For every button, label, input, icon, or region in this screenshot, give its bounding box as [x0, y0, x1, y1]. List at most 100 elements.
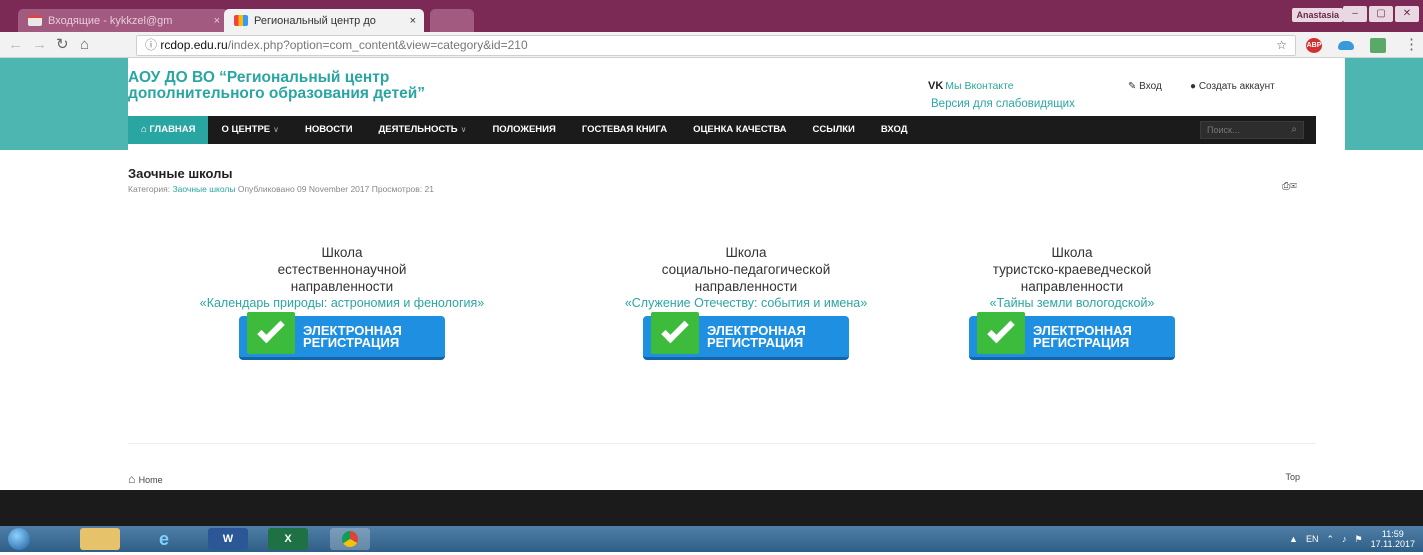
- register-label: РЕГИСТРАЦИЯ: [303, 335, 400, 350]
- new-tab-button[interactable]: [430, 9, 474, 32]
- nav-item-login[interactable]: ВХОД: [868, 116, 921, 144]
- close-window-button[interactable]: ✕: [1395, 6, 1419, 22]
- home-link-label: Home: [138, 475, 163, 485]
- clock-date: 17.11.2017: [1370, 539, 1415, 549]
- program-link[interactable]: «Тайны земли вологодской»: [872, 295, 1272, 312]
- school-heading: направленности: [290, 279, 394, 294]
- excel-icon[interactable]: X: [268, 528, 308, 550]
- vk-link[interactable]: VK Мы Вконтакте: [928, 80, 1014, 92]
- nav-item-quality[interactable]: ОЦЕНКА КАЧЕСТВА: [680, 116, 799, 144]
- nav-label: ВХОД: [880, 124, 908, 135]
- flag-icon[interactable]: ⚑: [1355, 534, 1363, 545]
- chevron-down-icon: ∨: [460, 125, 467, 134]
- register-button[interactable]: ЭЛЕКТРОННАЯ РЕГИСТРАЦИЯ: [643, 312, 849, 360]
- vk-icon: VK: [928, 80, 944, 92]
- nav-item-activity[interactable]: ДЕЯТЕЛЬНОСТЬ ∨: [366, 116, 480, 144]
- divider: [128, 443, 1316, 444]
- tab-rcdop[interactable]: Региональный центр до ×: [224, 9, 424, 32]
- page-title: Заочные школы: [128, 166, 233, 181]
- address-bar-row: ← → ↻ ⌂ ⓘ rcdop.edu.ru/index.php?option=…: [0, 32, 1423, 58]
- cloud-icon[interactable]: [1338, 41, 1354, 50]
- login-link[interactable]: ✎ Вход: [1128, 81, 1162, 92]
- user-icon: ●: [1190, 81, 1199, 92]
- nav-item-links[interactable]: ССЫЛКИ: [800, 116, 868, 144]
- forward-icon[interactable]: →: [32, 36, 47, 54]
- minimize-button[interactable]: –: [1343, 6, 1367, 22]
- word-icon[interactable]: W: [208, 528, 248, 550]
- lang-indicator[interactable]: EN: [1306, 534, 1319, 544]
- register-button[interactable]: ЭЛЕКТРОННАЯ РЕГИСТРАЦИЯ: [239, 312, 445, 360]
- article-meta: Категория: Заочные школы Опубликовано 09…: [128, 184, 434, 194]
- checkmark-icon: [247, 312, 295, 354]
- nav-item-home[interactable]: ⌂ ГЛАВНАЯ: [128, 116, 209, 144]
- system-tray: ▲ EN ⌃ ♪ ⚑ 11:59 17.11.2017: [1289, 529, 1415, 549]
- views-count: Просмотров: 21: [371, 184, 434, 194]
- search-input[interactable]: Поиск... ⌕: [1200, 121, 1304, 139]
- category-label: Категория:: [128, 184, 171, 194]
- speaker-icon[interactable]: ♪: [1342, 534, 1347, 544]
- ie-icon[interactable]: e: [144, 528, 184, 550]
- chrome-icon[interactable]: [330, 528, 370, 550]
- low-vision-link[interactable]: Версия для слабовидящих: [931, 98, 1075, 110]
- profile-button[interactable]: Anastasia: [1292, 8, 1343, 22]
- clock[interactable]: 11:59 17.11.2017: [1371, 529, 1415, 549]
- close-icon[interactable]: ×: [208, 15, 220, 27]
- email-icon[interactable]: ✉: [1290, 181, 1297, 192]
- category-link[interactable]: Заочные школы: [172, 184, 235, 194]
- school-heading: направленности: [1020, 279, 1124, 294]
- tab-gmail[interactable]: Входящие - kykkzel@gm ×: [18, 9, 228, 32]
- nav-label: НОВОСТИ: [305, 124, 353, 135]
- nav-label: ОЦЕНКА КАЧЕСТВА: [693, 124, 787, 135]
- signup-label: Создать аккаунт: [1198, 81, 1275, 92]
- home-icon: ⌂: [128, 472, 139, 486]
- header-band-right: [1345, 58, 1423, 150]
- chevron-up-icon[interactable]: ⌃: [1326, 534, 1334, 545]
- search-icon[interactable]: ⌕: [1291, 122, 1297, 138]
- nav-label: ГОСТЕВАЯ КНИГА: [581, 124, 668, 135]
- explorer-icon[interactable]: [80, 528, 120, 550]
- url-domain: rcdop.edu.ru: [160, 38, 228, 52]
- published-date: Опубликовано 09 November 2017: [237, 184, 370, 194]
- reload-icon[interactable]: ↻: [56, 36, 69, 54]
- back-icon[interactable]: ←: [8, 36, 23, 54]
- school-heading: естественнонаучной: [277, 262, 407, 277]
- top-link[interactable]: Top: [1285, 472, 1300, 482]
- nav-item-regulations[interactable]: ПОЛОЖЕНИЯ: [479, 116, 568, 144]
- abp-icon[interactable]: ABP: [1306, 38, 1322, 53]
- site-header: АОУ ДО ВО “Региональный центр дополнител…: [128, 58, 1345, 118]
- nav-label: ПОЛОЖЕНИЯ: [492, 124, 556, 135]
- chevron-down-icon: ∨: [273, 125, 279, 134]
- school-column: Школа туристско-краеведческой направленн…: [872, 244, 1272, 360]
- translate-icon[interactable]: [1370, 38, 1386, 53]
- url-input[interactable]: ⓘ rcdop.edu.ru/index.php?option=com_cont…: [136, 35, 1296, 56]
- network-icon[interactable]: ▲: [1289, 534, 1298, 544]
- nav-label: ССЫЛКИ: [812, 124, 855, 135]
- vk-link-label: Мы Вконтакте: [945, 80, 1014, 92]
- menu-icon[interactable]: ⋮: [1404, 36, 1419, 54]
- star-icon[interactable]: ☆: [1276, 36, 1287, 55]
- nav-item-guestbook[interactable]: ГОСТЕВАЯ КНИГА: [569, 116, 680, 144]
- tab-label: Региональный центр до: [254, 14, 376, 27]
- main-navbar: ⌂ ГЛАВНАЯ О ЦЕНТРЕ ∨ НОВОСТИ ДЕЯТЕЛЬНОСТЬ…: [128, 116, 1316, 144]
- bottom-bar: [0, 490, 1423, 526]
- home-icon[interactable]: ⌂: [80, 36, 89, 54]
- register-label: РЕГИСТРАЦИЯ: [707, 335, 804, 350]
- print-icon[interactable]: ⎙: [1282, 181, 1290, 192]
- site-title[interactable]: АОУ ДО ВО “Региональный центр дополнител…: [128, 70, 548, 102]
- nav-item-about[interactable]: О ЦЕНТРЕ ∨: [208, 116, 292, 144]
- article-actions: ⎙✉: [1282, 181, 1297, 192]
- school-column: Школа естественнонаучной направленности …: [142, 244, 542, 360]
- header-band-left: [0, 58, 128, 150]
- nav-label: ГЛАВНАЯ: [149, 124, 196, 135]
- register-button[interactable]: ЭЛЕКТРОННАЯ РЕГИСТРАЦИЯ: [969, 312, 1175, 360]
- home-link[interactable]: ⌂ Home: [128, 472, 163, 486]
- close-icon[interactable]: ×: [404, 15, 416, 27]
- site-title-line: АОУ ДО ВО “Региональный центр: [128, 69, 390, 86]
- program-link[interactable]: «Календарь природы: астрономия и фенолог…: [142, 295, 542, 312]
- signup-link[interactable]: ● Создать аккаунт: [1190, 81, 1275, 92]
- taskbar: e W X ▲ EN ⌃ ♪ ⚑ 11:59 17.11.2017: [0, 526, 1423, 552]
- nav-item-news[interactable]: НОВОСТИ: [292, 116, 366, 144]
- maximize-button[interactable]: ▢: [1369, 6, 1393, 22]
- start-button[interactable]: [8, 528, 30, 550]
- nav-label: ДЕЯТЕЛЬНОСТЬ: [378, 124, 458, 135]
